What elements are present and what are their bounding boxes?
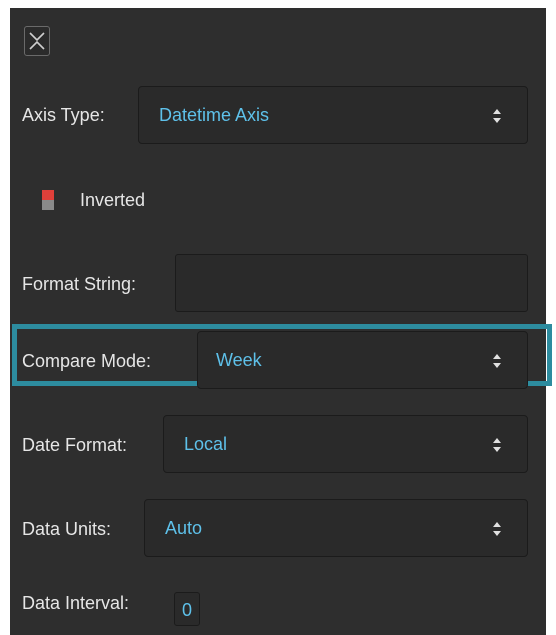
date-format-value: Local — [184, 434, 228, 454]
select-arrows-icon — [493, 438, 501, 452]
data-units-value: Auto — [165, 518, 203, 538]
inverted-toggle[interactable] — [42, 190, 54, 210]
axis-type-label: Axis Type: — [22, 105, 105, 125]
axis-type-select[interactable]: Datetime Axis — [138, 86, 528, 144]
data-interval-value: 0 — [181, 600, 192, 620]
data-interval-input[interactable]: 0 — [174, 592, 200, 626]
date-format-label: Date Format: — [22, 435, 128, 455]
collapse-icon — [29, 32, 45, 50]
axis-properties-panel: Axis Type: Datetime Axis Inverted Format… — [10, 8, 552, 635]
toggle-on-indicator — [42, 190, 54, 200]
compare-mode-select[interactable]: Week — [197, 331, 528, 389]
date-format-select[interactable]: Local — [163, 415, 528, 473]
data-units-select[interactable]: Auto — [144, 499, 528, 557]
select-arrows-icon — [493, 354, 501, 368]
select-arrows-icon — [493, 109, 501, 123]
compare-mode-value: Week — [216, 350, 262, 370]
select-arrows-icon — [493, 522, 501, 536]
data-interval-label: Data Interval: — [22, 593, 130, 613]
compare-mode-label: Compare Mode: — [22, 351, 152, 371]
inverted-label: Inverted — [80, 190, 146, 210]
collapse-button[interactable] — [24, 26, 50, 56]
data-units-label: Data Units: — [22, 519, 112, 539]
toggle-off-indicator — [42, 200, 54, 210]
axis-type-value: Datetime Axis — [159, 105, 270, 125]
format-string-input[interactable] — [175, 254, 528, 312]
format-string-label: Format String: — [22, 274, 137, 294]
